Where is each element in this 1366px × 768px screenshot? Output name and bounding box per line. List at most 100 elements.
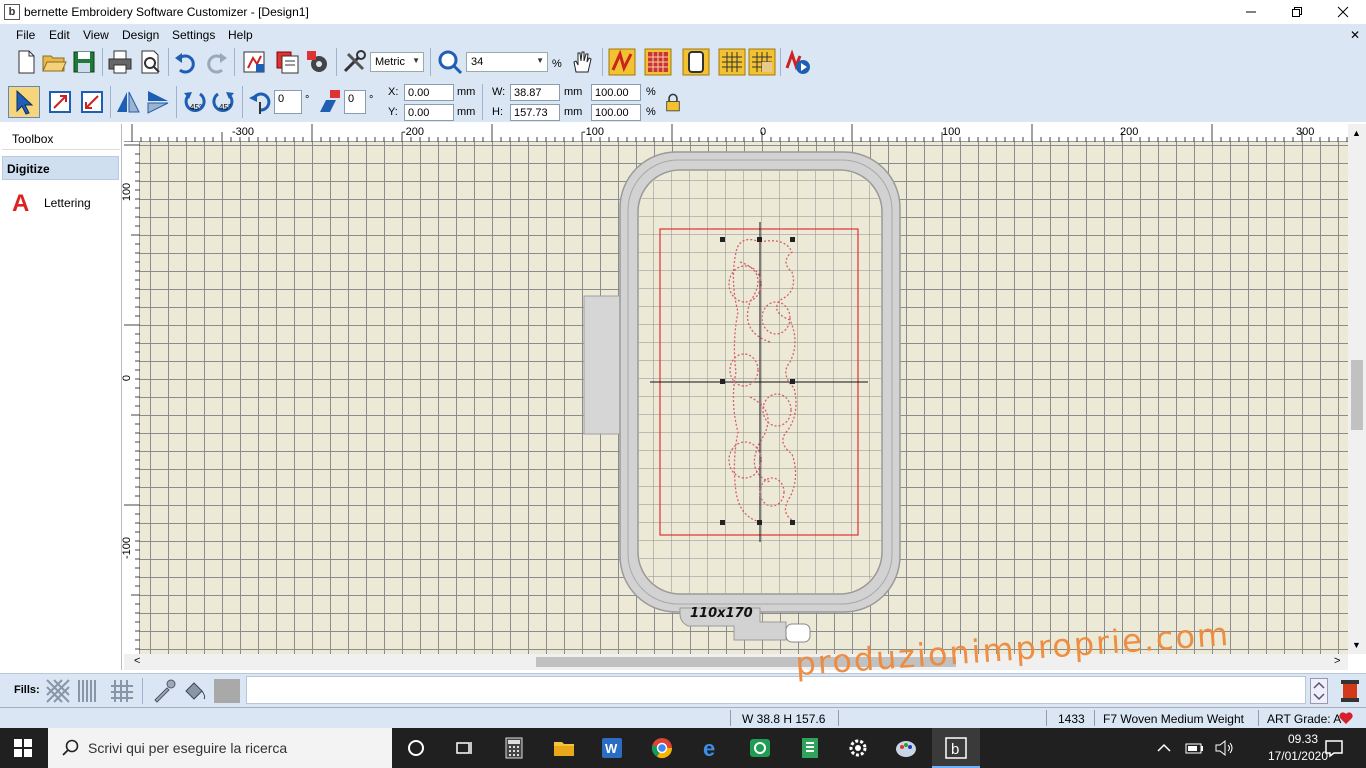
rotate-left-45-button[interactable]: 45° (180, 88, 208, 116)
show-hoop-button[interactable] (682, 48, 710, 76)
design-canvas[interactable]: 110x170 (140, 142, 1348, 654)
ruler-label: -300 (232, 126, 255, 138)
menu-edit[interactable]: Edit (49, 28, 70, 42)
fill-pattern-button-1[interactable] (44, 677, 72, 705)
file-explorer-app[interactable] (552, 736, 576, 760)
color-bar-scroll[interactable] (1310, 678, 1328, 704)
design-properties-button[interactable] (274, 48, 302, 76)
volume-status[interactable] (1212, 736, 1236, 760)
y-position-input[interactable]: 0.00 (404, 104, 454, 121)
tray-expand[interactable] (1152, 736, 1176, 760)
scroll-up-icon[interactable]: ▲ (1352, 128, 1361, 138)
task-view-button[interactable] (452, 736, 476, 760)
redo-button[interactable] (202, 48, 230, 76)
fill-color-swatch[interactable] (214, 679, 240, 703)
menu-help[interactable]: Help (228, 28, 253, 42)
notifications-button[interactable] (1322, 736, 1346, 760)
close-button[interactable] (1320, 0, 1366, 24)
scroll-left-icon[interactable]: < (134, 655, 140, 667)
new-button[interactable] (12, 48, 40, 76)
cortana-button[interactable] (404, 736, 428, 760)
palette-icon (896, 741, 916, 757)
clock-time[interactable]: 09.33 (1288, 732, 1318, 746)
units-select[interactable]: Metric ▼ (370, 52, 424, 72)
menu-settings[interactable]: Settings (172, 28, 215, 42)
lettering-icon[interactable]: A (12, 190, 29, 218)
taskbar-search-box[interactable]: Scrivi qui per eseguire la ricerca (48, 728, 392, 768)
paint-app[interactable] (894, 736, 918, 760)
mirror-vertical-button[interactable] (144, 88, 172, 116)
export-machine-button[interactable] (240, 48, 268, 76)
minimize-button[interactable] (1228, 0, 1274, 24)
vertical-scrollbar[interactable]: ▲ ▼ (1348, 124, 1366, 654)
eyedropper-button[interactable] (150, 677, 178, 705)
print-button[interactable] (106, 48, 134, 76)
lettering-tool[interactable]: Lettering (44, 196, 91, 210)
menu-view[interactable]: View (83, 28, 109, 42)
height-input[interactable]: 157.73 (510, 104, 560, 121)
menu-design[interactable]: Design (122, 28, 159, 42)
vertical-scroll-thumb[interactable] (1351, 360, 1363, 430)
restore-button[interactable] (1274, 0, 1320, 24)
fill-pattern-button-3[interactable] (108, 677, 136, 705)
proportional-lock-button[interactable] (662, 92, 684, 114)
scroll-right-icon[interactable]: > (1334, 655, 1340, 667)
zoom-button[interactable] (436, 48, 464, 76)
mirror-horizontal-button[interactable] (114, 88, 142, 116)
mirror-vertical-icon (147, 91, 169, 114)
scroll-down-icon[interactable]: ▼ (1352, 640, 1361, 650)
save-button[interactable] (70, 48, 98, 76)
edge-app[interactable]: e (700, 736, 724, 761)
show-fills-button[interactable] (644, 48, 672, 76)
show-background-button[interactable] (748, 48, 776, 76)
height-percent-input[interactable]: 100.00 (591, 104, 641, 121)
paint-bucket-icon (185, 682, 206, 700)
word-app[interactable]: W (600, 736, 624, 760)
clock-date[interactable]: 17/01/2020 (1268, 749, 1328, 763)
scale-button[interactable] (46, 88, 74, 116)
settings-app[interactable] (846, 736, 870, 760)
resize-button[interactable] (78, 88, 106, 116)
store-app[interactable] (748, 736, 772, 760)
width-percent-input[interactable]: 100.00 (591, 84, 641, 101)
panel-close-button[interactable]: ✕ (1350, 28, 1360, 42)
settings-button[interactable] (304, 48, 332, 76)
zoom-value: 34 (471, 56, 484, 68)
start-button[interactable] (14, 739, 32, 760)
bernette-app-active[interactable]: b (932, 728, 980, 768)
slant-button[interactable] (316, 88, 344, 116)
open-button[interactable] (40, 48, 68, 76)
battery-status[interactable] (1182, 736, 1206, 760)
rotate-icon (249, 92, 271, 114)
slant-angle-input[interactable]: 0 (344, 90, 366, 114)
design-size-status: W 38.8 H 157.6 (742, 712, 826, 726)
show-grid-button[interactable] (718, 48, 746, 76)
menu-file[interactable]: File (16, 28, 35, 42)
edge-icon: e (703, 736, 715, 761)
pan-button[interactable] (568, 48, 596, 76)
toolbox-header[interactable]: Toolbox (2, 128, 120, 150)
undo-button[interactable] (172, 48, 200, 76)
fill-pattern-button-2[interactable] (74, 677, 102, 705)
chrome-app[interactable] (650, 736, 674, 760)
thread-color-bar[interactable] (246, 676, 1306, 704)
sidebar: Toolbox Digitize A Lettering (0, 124, 122, 670)
rotate-angle-input[interactable]: 0 (274, 90, 302, 114)
zoom-select[interactable]: 34 ▼ (466, 52, 548, 72)
digitize-section[interactable]: Digitize (2, 156, 119, 180)
rotate-right-45-button[interactable]: 45° (210, 88, 238, 116)
stitch-player-button[interactable] (784, 48, 812, 76)
x-position-input[interactable]: 0.00 (404, 84, 454, 101)
paint-bucket-button[interactable] (180, 677, 208, 705)
options-button[interactable] (340, 48, 368, 76)
rotate-button[interactable] (246, 88, 274, 116)
calculator-app[interactable] (502, 736, 526, 760)
horizontal-ruler: -300 -200 -100 0 100 200 300 (124, 124, 1348, 142)
select-tool-button[interactable] (8, 86, 40, 118)
excel-app[interactable] (798, 736, 822, 760)
hoop-icon (682, 48, 710, 76)
thread-spool-button[interactable] (1336, 677, 1364, 705)
show-stitches-button[interactable] (608, 48, 636, 76)
print-preview-button[interactable] (136, 48, 164, 76)
width-input[interactable]: 38.87 (510, 84, 560, 101)
